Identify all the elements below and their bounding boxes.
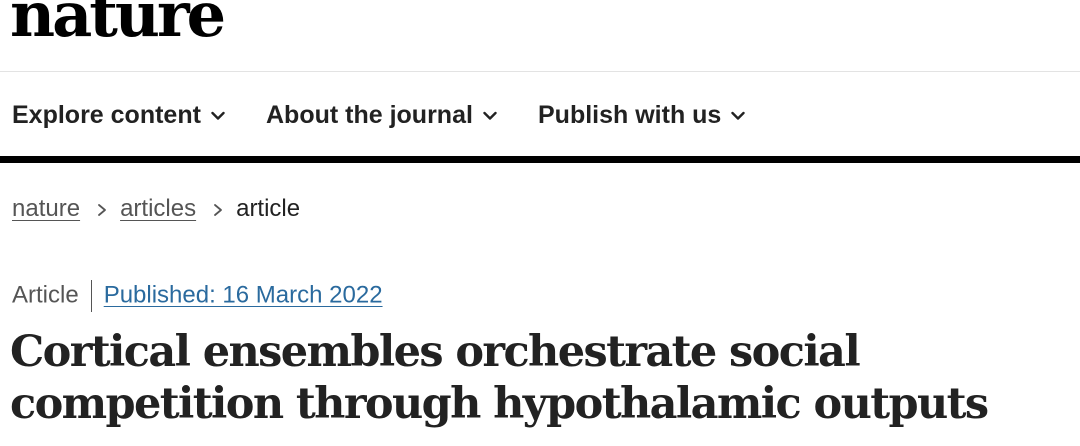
chevron-down-icon (211, 111, 225, 121)
nature-logo[interactable]: nature (10, 0, 226, 46)
nav-label: Explore content (12, 101, 201, 129)
nav-publish-with-us[interactable]: Publish with us (538, 100, 746, 130)
breadcrumb-link-articles[interactable]: articles (120, 195, 196, 222)
chevron-right-icon (96, 203, 108, 217)
chevron-down-icon (731, 111, 746, 121)
breadcrumb: nature articles article (12, 194, 300, 224)
main-nav: Explore content About the journal Publis… (0, 72, 1080, 163)
article-meta: Article Published: 16 March 2022 (12, 280, 383, 312)
chevron-right-icon (212, 203, 224, 217)
meta-divider (90, 280, 92, 312)
chevron-down-icon (483, 111, 497, 121)
article-title: Cortical ensembles orchestrate social co… (10, 327, 989, 429)
site-header: nature (0, 0, 1080, 72)
published-date-link[interactable]: Published: 16 March 2022 (104, 281, 383, 308)
breadcrumb-current: article (236, 195, 301, 222)
nav-about-the-journal[interactable]: About the journal (266, 100, 497, 130)
nav-label: Publish with us (538, 101, 722, 129)
nav-explore-content[interactable]: Explore content (12, 100, 225, 130)
breadcrumb-link-nature[interactable]: nature (12, 195, 80, 222)
article-type: Article (12, 281, 79, 309)
nav-label: About the journal (266, 101, 473, 129)
